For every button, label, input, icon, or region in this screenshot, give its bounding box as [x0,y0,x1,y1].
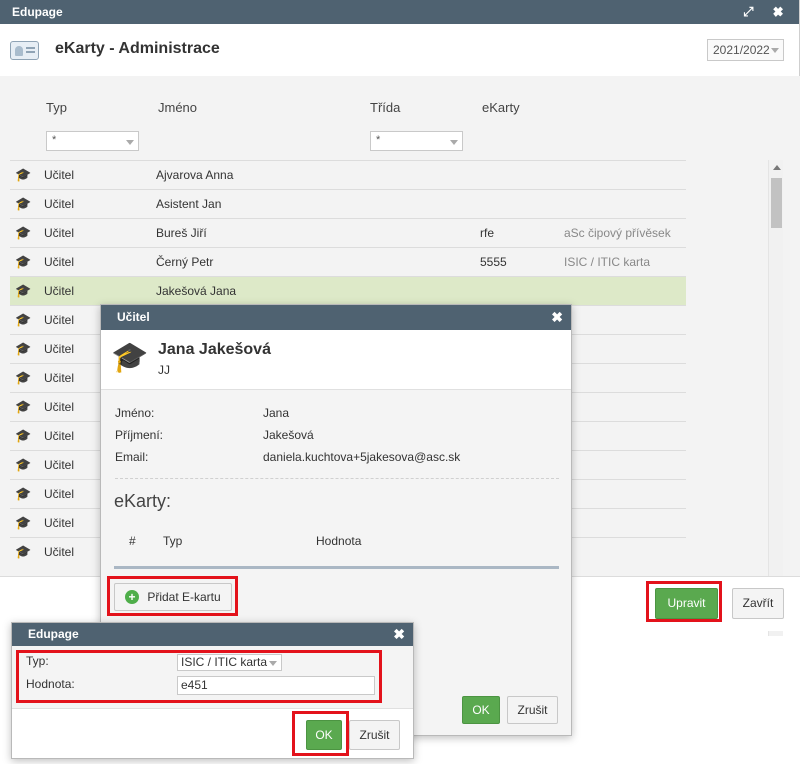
highlight-ok-button [292,711,349,756]
cell-ekarty-type: ISIC / ITIC karta [564,255,651,269]
table-row[interactable]: 🎓 Učitel Bureš Jiří rfe aSc čipový přívěsek [10,218,686,247]
cell-typ: Učitel [44,313,75,327]
window-controls[interactable]: ⤢ ✖ [743,0,791,24]
graduation-cap-icon: 🎓 [15,486,32,501]
cell-typ: Učitel [44,255,75,269]
graduation-cap-icon: 🎓 [15,341,32,356]
graduation-cap-icon: 🎓 [15,196,32,211]
teacher-cancel-button[interactable]: Zrušit [507,696,558,724]
graduation-cap-icon: 🎓 [15,544,32,559]
ekarty-table-line [114,566,559,569]
cell-ekarty: rfe [480,226,495,240]
table-row[interactable]: 🎓 Učitel Asistent Jan [10,189,686,218]
cell-typ: Učitel [44,226,75,240]
graduation-cap-icon: 🎓 [15,515,32,530]
cell-typ: Učitel [44,487,75,501]
graduation-cap-icon: 🎓 [15,167,32,182]
col-header-ekarty[interactable]: eKarty [482,100,520,115]
filter-typ-value: * [52,134,57,146]
table-row[interactable]: 🎓 Učitel Jakešová Jana [10,276,686,305]
highlight-edit-button [646,581,722,622]
page-title: eKarty - Administrace [55,40,220,57]
card-cancel-button[interactable]: Zrušit [349,720,400,750]
cell-typ: Učitel [44,342,75,356]
cell-jmeno: Ajvarova Anna [156,168,234,182]
close-icon[interactable]: ✖ [393,623,405,646]
cell-jmeno: Asistent Jan [156,197,222,211]
school-year-value: 2021/2022 [713,43,770,57]
cell-typ: Učitel [44,545,75,559]
teacher-full-name: Jana Jakešová [158,341,271,358]
teacher-dialog-titlebar: Učitel ✖ [101,305,571,330]
graduation-cap-icon: 🎓 [15,428,32,443]
chevron-down-icon [450,140,458,145]
cell-ekarty-type: aSc čipový přívěsek [564,226,671,240]
graduation-cap-icon: 🎓 [15,312,32,327]
cell-typ: Učitel [44,400,75,414]
graduation-cap-icon: 🎓 [15,254,32,269]
scrollbar[interactable] [768,160,783,636]
table-row[interactable]: 🎓 Učitel Černý Petr 5555 ISIC / ITIC karta [10,247,686,276]
chevron-down-icon [771,48,779,53]
window-title: Edupage [12,5,63,19]
filter-typ-select[interactable]: * [46,131,139,151]
page-header: eKarty - Administrace 2021/2022 [0,24,799,76]
scroll-up-icon[interactable] [773,165,781,170]
cell-typ: Učitel [44,429,75,443]
ekarty-heading: eKarty: [114,491,172,511]
cell-typ: Učitel [44,197,75,211]
graduation-cap-icon: 🎓 [111,341,149,374]
close-button[interactable]: Zavřít [732,588,784,619]
field-value-firstname: Jana [263,406,290,420]
divider [115,478,559,479]
graduation-cap-icon: 🎓 [15,457,32,472]
ekarty-col-hodnota: Hodnota [316,534,362,548]
field-value-email: daniela.kuchtova+5jakesova@asc.sk [263,450,461,464]
cell-jmeno: Černý Petr [156,255,214,269]
field-label-firstname: Jméno: [115,406,155,420]
highlight-add-button [107,576,238,616]
close-icon[interactable]: ✖ [551,305,563,330]
filter-trida-select[interactable]: * [370,131,463,151]
ekarty-col-number: # [129,534,136,548]
card-dialog-titlebar: Edupage ✖ [12,623,413,646]
ekarty-col-typ: Typ [163,534,183,548]
table-row[interactable]: 🎓 Učitel Ajvarova Anna [10,160,686,189]
graduation-cap-icon: 🎓 [15,225,32,240]
col-header-typ[interactable]: Typ [46,100,67,115]
field-value-lastname: Jakešová [263,428,314,442]
scroll-thumb[interactable] [771,178,782,228]
teacher-dialog-title: Učitel [117,310,150,324]
cell-typ: Učitel [44,516,75,530]
graduation-cap-icon: 🎓 [15,283,32,298]
window-titlebar: Edupage ⤢ ✖ [0,0,799,24]
cell-ekarty: 5555 [480,255,507,269]
graduation-cap-icon: 🎓 [15,370,32,385]
highlight-card-fields [16,650,382,703]
chevron-down-icon [126,140,134,145]
teacher-initials: JJ [158,363,170,377]
card-dialog-footer: OK Zrušit [12,708,413,758]
school-year-select[interactable]: 2021/2022 [707,39,784,61]
cell-jmeno: Bureš Jiří [156,226,207,240]
col-header-trida[interactable]: Třída [370,100,400,115]
field-label-email: Email: [115,450,149,464]
graduation-cap-icon: 🎓 [15,399,32,414]
teacher-header: 🎓 Jana Jakešová JJ [101,330,571,390]
cell-typ: Učitel [44,168,75,182]
cell-typ: Učitel [44,371,75,385]
id-card-icon [10,41,39,60]
field-label-lastname: Příjmení: [115,428,164,442]
cell-typ: Učitel [44,284,75,298]
col-header-jmeno[interactable]: Jméno [158,100,197,115]
cell-typ: Učitel [44,458,75,472]
cell-jmeno: Jakešová Jana [156,284,237,298]
teacher-ok-button[interactable]: OK [462,696,500,724]
card-dialog-title: Edupage [28,627,79,641]
filter-trida-value: * [376,134,381,146]
